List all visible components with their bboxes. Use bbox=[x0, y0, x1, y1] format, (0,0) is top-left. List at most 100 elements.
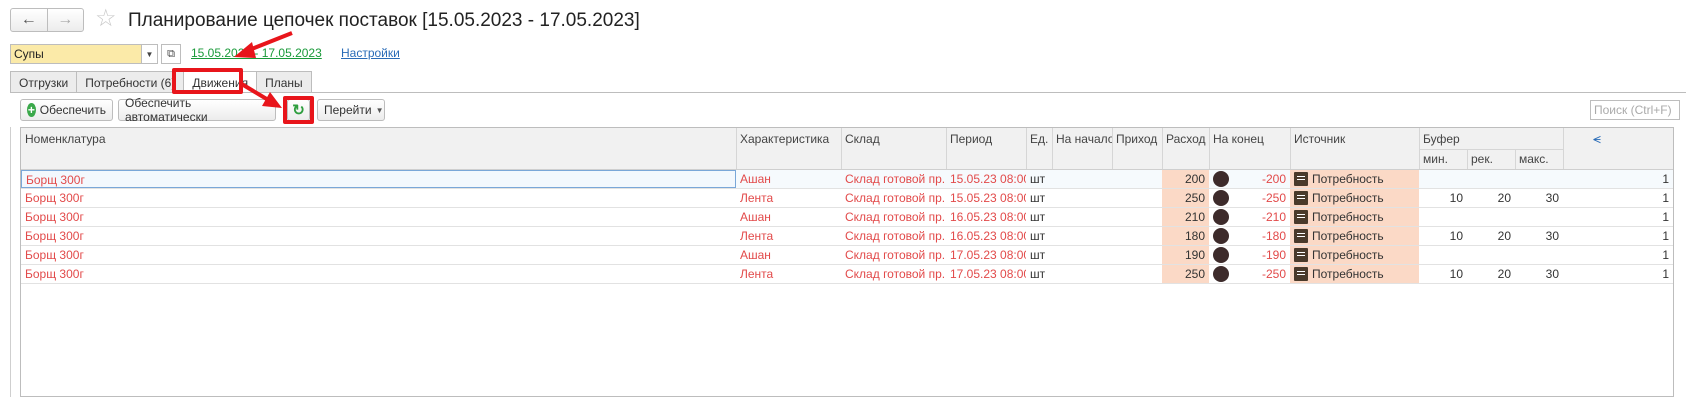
cell-income bbox=[1112, 265, 1162, 283]
settings-link[interactable]: Настройки bbox=[341, 46, 400, 60]
col-item[interactable]: Номенклатура bbox=[21, 132, 736, 146]
cell-source: Потребность bbox=[1290, 208, 1419, 226]
annotation-box-refresh bbox=[283, 96, 314, 124]
cell-source: Потребность bbox=[1290, 246, 1419, 264]
table-row[interactable]: Борщ 300г Лента Склад готовой пр... 15.05.2… bbox=[21, 189, 1673, 208]
table-row[interactable]: Борщ 300г Ашан Склад готовой пр... 15.05.23… bbox=[21, 170, 1673, 189]
cell-warehouse: Склад готовой пр... bbox=[845, 172, 946, 186]
cell-buffer-max: 30 bbox=[1545, 229, 1559, 243]
cell-unit: шт bbox=[1030, 210, 1046, 224]
tab-shipments[interactable]: Отгрузки bbox=[10, 71, 78, 93]
cell-source-label: Потребность bbox=[1312, 248, 1384, 262]
col-income[interactable]: Приход bbox=[1112, 132, 1162, 146]
share-icon[interactable]: ⪪ bbox=[1593, 130, 1601, 147]
table-row[interactable]: Борщ 300г Лента Склад готовой пр... 17.05.2… bbox=[21, 265, 1673, 284]
table-row[interactable]: Борщ 300г Ашан Склад готовой пр... 17.05.23… bbox=[21, 246, 1673, 265]
cell-last: 1 bbox=[1662, 267, 1669, 281]
cell-source-label: Потребность bbox=[1312, 191, 1384, 205]
provide-auto-button[interactable]: Обеспечить автоматически bbox=[118, 96, 276, 124]
tab-needs[interactable]: Потребности (6) bbox=[76, 71, 185, 93]
cell-buffer-rec bbox=[1467, 208, 1515, 226]
page-title: Планирование цепочек поставок [15.05.202… bbox=[128, 10, 640, 31]
provide-auto-label: Обеспечить автоматически bbox=[125, 96, 208, 124]
cell-expense: 180 bbox=[1162, 227, 1209, 245]
col-divider bbox=[1026, 128, 1027, 169]
movements-table: Номенклатура Характеристика Склад Период… bbox=[20, 127, 1674, 397]
col-unit[interactable]: Ед. bbox=[1026, 132, 1052, 146]
cell-source: Потребность bbox=[1290, 227, 1419, 245]
favorite-star-icon[interactable]: ☆ bbox=[95, 6, 117, 32]
col-divider bbox=[736, 128, 737, 169]
group-select[interactable]: Супы ▼ bbox=[10, 44, 158, 64]
forward-button[interactable]: → bbox=[46, 9, 84, 31]
cell-last: 1 bbox=[1662, 248, 1669, 262]
cell-income bbox=[1112, 208, 1162, 226]
cell-period: 17.05.23 08:00 bbox=[950, 267, 1026, 281]
grid-left-margin bbox=[10, 127, 20, 397]
forward-arrow-icon: → bbox=[57, 11, 74, 28]
cell-end: -250 bbox=[1209, 189, 1290, 207]
col-source[interactable]: Источник bbox=[1290, 132, 1419, 146]
cell-buffer-min: 10 bbox=[1449, 229, 1463, 243]
cell-item: Борщ 300г bbox=[21, 170, 736, 188]
back-button[interactable]: ← bbox=[11, 9, 47, 31]
cell-item: Борщ 300г bbox=[25, 248, 84, 262]
cell-period: 15.05.23 08:00 bbox=[950, 172, 1026, 186]
tab-plans[interactable]: Планы bbox=[256, 71, 312, 93]
cell-item: Борщ 300г bbox=[25, 210, 84, 224]
cell-buffer-max bbox=[1515, 170, 1563, 188]
cell-item: Борщ 300г bbox=[25, 229, 84, 243]
cell-last: 1 bbox=[1662, 210, 1669, 224]
cell-warehouse: Склад готовой пр... bbox=[845, 191, 946, 205]
cell-source: Потребность bbox=[1290, 265, 1419, 283]
group-select-value: Супы bbox=[14, 47, 44, 61]
cell-buffer-rec: 20 bbox=[1497, 267, 1511, 281]
col-buffer-rec[interactable]: рек. bbox=[1467, 152, 1515, 166]
cell-characteristic: Ашан bbox=[740, 248, 771, 262]
cell-period: 17.05.23 08:00 bbox=[950, 248, 1026, 262]
table-row[interactable]: Борщ 300г Лента Склад готовой пр... 16.05.2… bbox=[21, 227, 1673, 246]
cell-item: Борщ 300г bbox=[25, 191, 84, 205]
col-characteristic[interactable]: Характеристика bbox=[736, 132, 841, 146]
cell-start bbox=[1052, 189, 1112, 207]
chevron-down-icon[interactable]: ▼ bbox=[141, 45, 157, 63]
status-dot-icon bbox=[1213, 266, 1229, 282]
provide-button[interactable]: + Обеспечить bbox=[20, 99, 113, 121]
cell-start bbox=[1052, 227, 1112, 245]
col-start[interactable]: На начало bbox=[1052, 132, 1112, 146]
history-nav: ← → bbox=[10, 8, 84, 32]
col-buffer-max[interactable]: макс. bbox=[1515, 152, 1563, 166]
open-icon[interactable]: ⧉ bbox=[161, 44, 181, 64]
status-dot-icon bbox=[1213, 247, 1229, 263]
cell-source: Потребность bbox=[1290, 170, 1419, 188]
col-buffer-min[interactable]: мин. bbox=[1419, 152, 1467, 166]
cell-start bbox=[1052, 170, 1112, 188]
col-buffer[interactable]: Буфер bbox=[1419, 132, 1563, 146]
document-icon bbox=[1294, 248, 1308, 262]
period-link[interactable]: 15.05.2023 - 17.05.2023 bbox=[191, 46, 322, 60]
cell-expense: 210 bbox=[1162, 208, 1209, 226]
cell-income bbox=[1112, 246, 1162, 264]
col-expense[interactable]: Расход bbox=[1162, 132, 1209, 146]
cell-unit: шт bbox=[1030, 191, 1046, 205]
cell-start bbox=[1052, 208, 1112, 226]
document-icon bbox=[1294, 210, 1308, 224]
cell-period: 16.05.23 08:00 bbox=[950, 210, 1026, 224]
cell-period: 15.05.23 08:00 bbox=[950, 191, 1026, 205]
tab-bar: Отгрузки Потребности (6) Движения Планы bbox=[10, 71, 312, 94]
cell-buffer-rec: 20 bbox=[1497, 229, 1511, 243]
goto-button[interactable]: Перейти ▼ bbox=[317, 99, 385, 121]
col-period[interactable]: Период bbox=[946, 132, 1026, 146]
col-end[interactable]: На конец bbox=[1209, 132, 1290, 146]
col-warehouse[interactable]: Склад bbox=[841, 132, 946, 146]
cell-warehouse: Склад готовой пр... bbox=[845, 248, 946, 262]
annotation-box-movements-tab bbox=[172, 68, 243, 94]
cell-last: 1 bbox=[1662, 172, 1669, 186]
col-divider bbox=[1209, 128, 1210, 169]
table-row[interactable]: Борщ 300г Ашан Склад готовой пр... 16.05.23… bbox=[21, 208, 1673, 227]
cell-source-label: Потребность bbox=[1312, 229, 1384, 243]
cell-start bbox=[1052, 265, 1112, 283]
cell-buffer-rec bbox=[1467, 246, 1515, 264]
search-input[interactable]: Поиск (Ctrl+F) bbox=[1590, 100, 1680, 120]
cell-characteristic: Лента bbox=[740, 267, 774, 281]
